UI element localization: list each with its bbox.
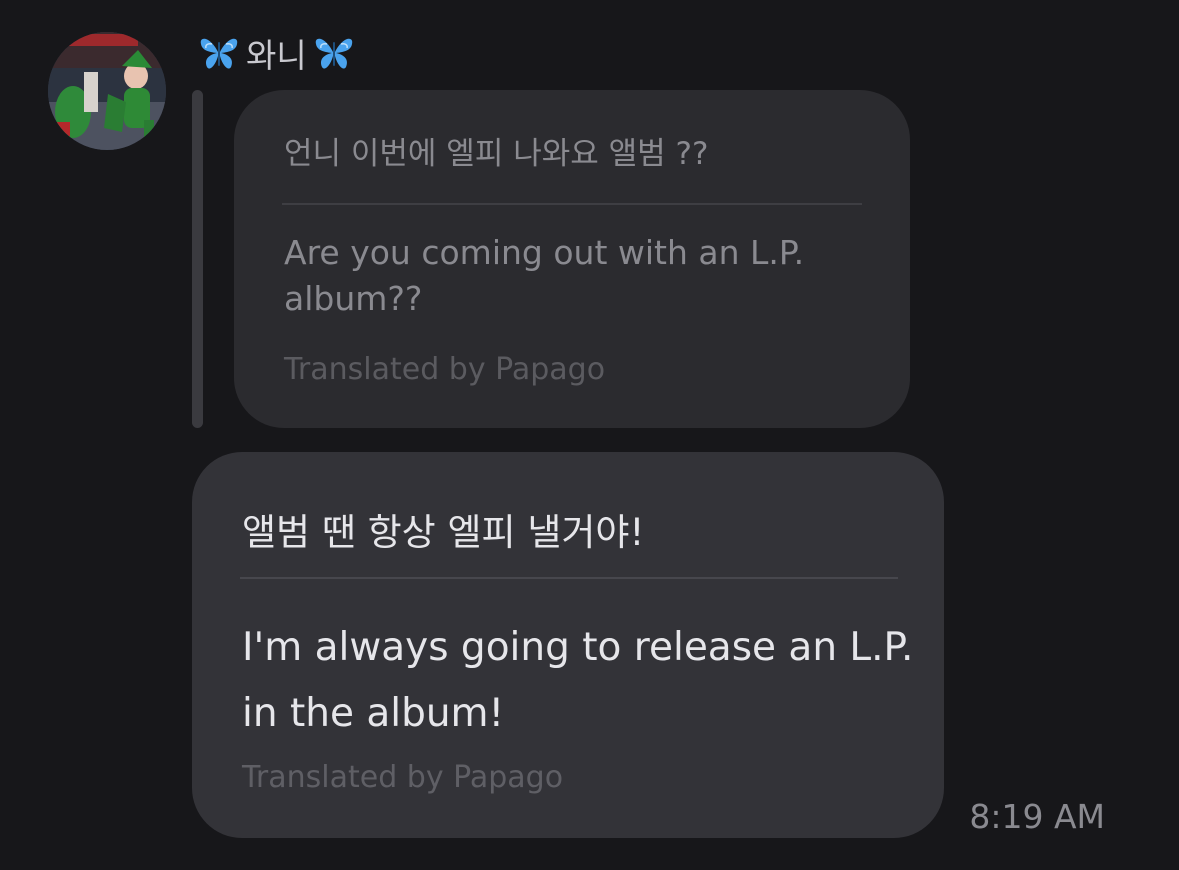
avatar[interactable] — [48, 32, 166, 150]
chat-screen: 와니 언니 이번에 엘피 나와요 앨범 ?? Are you coming ou… — [0, 0, 1179, 870]
reply-thread-line — [192, 90, 203, 428]
message-original-text: 앨범 땐 항상 엘피 낼거야! — [242, 511, 645, 554]
message-divider — [240, 577, 898, 579]
butterfly-icon — [313, 34, 355, 72]
message-timestamp: 8:19 AM — [969, 797, 1105, 836]
quoted-translated-text: Are you coming out with an L.P. album?? — [284, 233, 805, 318]
quoted-original-text: 언니 이번에 엘피 나와요 앨범 ?? — [284, 136, 709, 172]
avatar-photo — [48, 32, 166, 150]
sender-name-row: 와니 — [198, 29, 355, 77]
quoted-divider — [282, 203, 862, 205]
message-translated-text: I'm always going to release an L.P. in t… — [242, 625, 914, 736]
message-translation-credit: Translated by Papago — [242, 760, 564, 795]
quoted-translation-credit: Translated by Papago — [284, 352, 606, 387]
message-bubble[interactable]: 앨범 땐 항상 엘피 낼거야! I'm always going to rele… — [192, 452, 944, 838]
butterfly-icon — [198, 34, 240, 72]
quoted-message-bubble[interactable]: 언니 이번에 엘피 나와요 앨범 ?? Are you coming out w… — [234, 90, 910, 428]
sender-name[interactable]: 와니 — [246, 29, 307, 77]
